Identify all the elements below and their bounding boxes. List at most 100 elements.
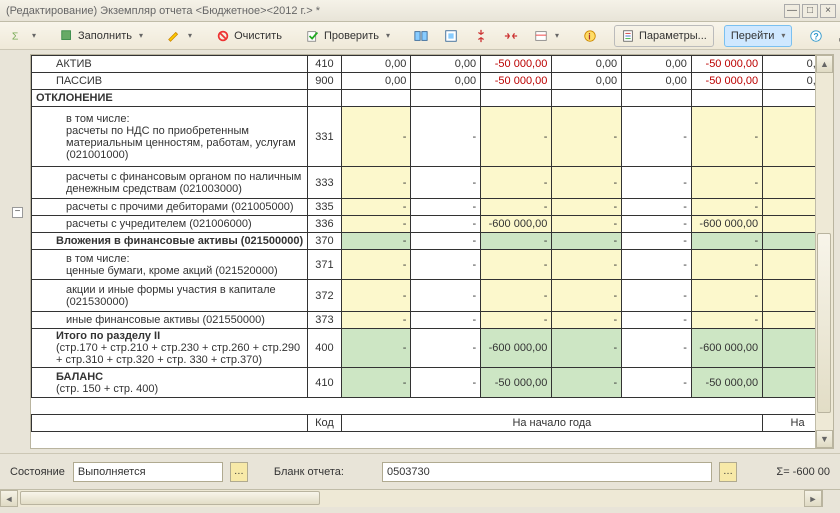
cell[interactable]: - bbox=[341, 280, 411, 312]
cell[interactable]: - bbox=[552, 107, 622, 167]
blank-field[interactable]: 0503730 bbox=[382, 462, 712, 482]
actions-button[interactable]: Действия bbox=[832, 25, 840, 47]
pencil-button[interactable] bbox=[160, 25, 199, 47]
cell[interactable]: - bbox=[552, 199, 622, 216]
cell[interactable]: 0,00 bbox=[552, 56, 622, 73]
cell[interactable]: - bbox=[691, 167, 762, 199]
report-table[interactable]: АКТИВ4100,000,00-50 000,000,000,00-50 00… bbox=[31, 55, 833, 432]
cell[interactable] bbox=[411, 90, 481, 107]
cell[interactable] bbox=[691, 90, 762, 107]
sigma-button[interactable]: Σ bbox=[4, 25, 43, 47]
cell[interactable]: - bbox=[622, 280, 692, 312]
cell[interactable]: - bbox=[481, 233, 552, 250]
tool-c-icon[interactable] bbox=[527, 25, 566, 47]
cell[interactable]: - bbox=[691, 250, 762, 280]
cell[interactable]: - bbox=[411, 329, 481, 368]
scroll-left-icon[interactable]: ◄ bbox=[0, 490, 18, 507]
cell[interactable]: - bbox=[552, 312, 622, 329]
check-button[interactable]: Проверить bbox=[299, 25, 397, 47]
scroll-up-icon[interactable]: ▲ bbox=[816, 55, 833, 73]
cell[interactable]: -50 000,00 bbox=[481, 368, 552, 398]
cell[interactable]: - bbox=[622, 199, 692, 216]
cell[interactable]: - bbox=[552, 250, 622, 280]
cell[interactable]: - bbox=[411, 216, 481, 233]
cell[interactable]: - bbox=[341, 107, 411, 167]
close-button[interactable]: × bbox=[820, 4, 836, 18]
vertical-scrollbar[interactable]: ▲ ▼ bbox=[815, 55, 833, 448]
cell[interactable]: -600 000,00 bbox=[481, 216, 552, 233]
report-grid[interactable]: АКТИВ4100,000,00-50 000,000,000,00-50 00… bbox=[30, 54, 834, 449]
cell[interactable]: 0,00 bbox=[552, 73, 622, 90]
cell[interactable]: - bbox=[691, 199, 762, 216]
cell[interactable]: -600 000,00 bbox=[481, 329, 552, 368]
cell[interactable]: - bbox=[341, 329, 411, 368]
cell[interactable]: - bbox=[622, 167, 692, 199]
cell[interactable]: - bbox=[341, 199, 411, 216]
maximize-button[interactable]: □ bbox=[802, 4, 818, 18]
cell[interactable]: - bbox=[481, 167, 552, 199]
state-picker-button[interactable]: … bbox=[230, 462, 248, 482]
cell[interactable]: - bbox=[341, 312, 411, 329]
cell[interactable]: - bbox=[691, 312, 762, 329]
tool-b-icon[interactable] bbox=[437, 25, 465, 47]
cell[interactable]: -50 000,00 bbox=[481, 56, 552, 73]
cell[interactable] bbox=[341, 90, 411, 107]
cell[interactable]: - bbox=[411, 199, 481, 216]
cell[interactable]: - bbox=[481, 107, 552, 167]
cell[interactable]: - bbox=[622, 312, 692, 329]
scroll-right-icon[interactable]: ► bbox=[804, 490, 822, 507]
cell[interactable]: - bbox=[411, 280, 481, 312]
cell[interactable]: - bbox=[622, 107, 692, 167]
tool-a-icon[interactable] bbox=[407, 25, 435, 47]
info-icon[interactable]: i bbox=[576, 25, 604, 47]
arrows-out-icon[interactable] bbox=[497, 25, 525, 47]
cell[interactable]: - bbox=[552, 216, 622, 233]
cell[interactable]: - bbox=[481, 312, 552, 329]
cell[interactable]: - bbox=[622, 368, 692, 398]
cell[interactable]: - bbox=[341, 233, 411, 250]
cell[interactable]: - bbox=[552, 167, 622, 199]
cell[interactable]: - bbox=[691, 107, 762, 167]
cell[interactable]: - bbox=[622, 250, 692, 280]
cell[interactable]: - bbox=[411, 250, 481, 280]
cell[interactable]: - bbox=[481, 250, 552, 280]
cell[interactable]: - bbox=[622, 216, 692, 233]
cell[interactable]: - bbox=[411, 167, 481, 199]
cell[interactable] bbox=[622, 90, 692, 107]
cell[interactable]: 0,00 bbox=[622, 56, 692, 73]
cell[interactable]: - bbox=[481, 199, 552, 216]
cell[interactable]: 0,00 bbox=[411, 56, 481, 73]
params-button[interactable]: Параметры... bbox=[614, 25, 714, 47]
cell[interactable]: 0,00 bbox=[341, 73, 411, 90]
cell[interactable]: 0,00 bbox=[341, 56, 411, 73]
cell[interactable]: - bbox=[481, 280, 552, 312]
cell[interactable]: - bbox=[341, 216, 411, 233]
minimize-button[interactable]: — bbox=[784, 4, 800, 18]
cell[interactable] bbox=[552, 90, 622, 107]
cell[interactable]: - bbox=[622, 233, 692, 250]
cell[interactable]: - bbox=[411, 107, 481, 167]
arrows-in-icon[interactable] bbox=[467, 25, 495, 47]
collapse-toggle[interactable]: − bbox=[12, 207, 23, 218]
cell[interactable]: -50 000,00 bbox=[691, 368, 762, 398]
cell[interactable]: -50 000,00 bbox=[691, 56, 762, 73]
cell[interactable]: - bbox=[622, 329, 692, 368]
cell[interactable]: - bbox=[552, 233, 622, 250]
cell[interactable]: - bbox=[552, 329, 622, 368]
fill-button[interactable]: Заполнить bbox=[53, 25, 150, 47]
cell[interactable]: - bbox=[341, 250, 411, 280]
blank-picker-button[interactable]: … bbox=[719, 462, 737, 482]
cell[interactable]: -50 000,00 bbox=[691, 73, 762, 90]
cell[interactable]: - bbox=[341, 368, 411, 398]
goto-button[interactable]: Перейти bbox=[724, 25, 793, 47]
cell[interactable]: - bbox=[691, 280, 762, 312]
cell[interactable]: - bbox=[691, 233, 762, 250]
cell[interactable]: - bbox=[552, 280, 622, 312]
cell[interactable]: - bbox=[552, 368, 622, 398]
cell[interactable]: -50 000,00 bbox=[481, 73, 552, 90]
cell[interactable]: - bbox=[411, 233, 481, 250]
cell[interactable]: - bbox=[341, 167, 411, 199]
state-field[interactable]: Выполняется bbox=[73, 462, 223, 482]
clear-button[interactable]: Очистить bbox=[209, 25, 289, 47]
cell[interactable]: - bbox=[411, 312, 481, 329]
